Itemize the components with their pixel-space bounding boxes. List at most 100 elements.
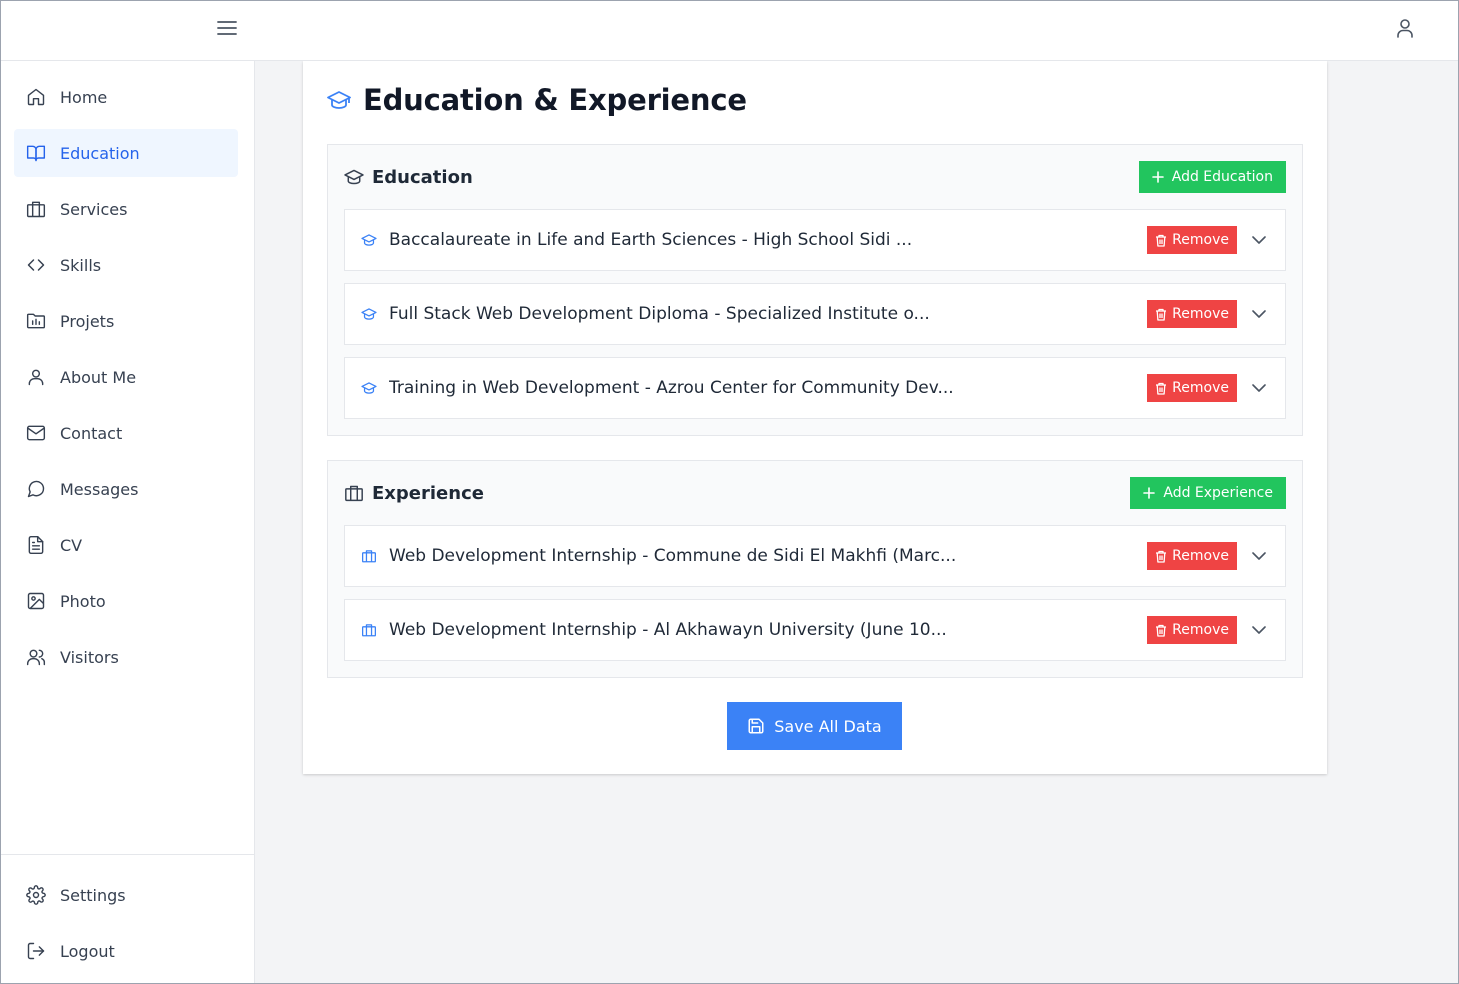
graduation-cap-icon — [361, 305, 379, 323]
sidebar-item-visitors[interactable]: Visitors — [14, 633, 238, 681]
chevron-down-icon[interactable] — [1247, 228, 1271, 252]
user-icon — [24, 365, 48, 389]
sidebar-item-label: Services — [60, 199, 128, 219]
trash-icon — [1155, 234, 1167, 247]
entry-title: Baccalaureate in Life and Earth Sciences… — [389, 230, 913, 250]
chevron-down-icon[interactable] — [1247, 302, 1271, 326]
sidebar-item-label: Home — [60, 87, 108, 107]
page-title-text: Education & Experience — [363, 83, 747, 117]
sidebar-item-label: CV — [60, 535, 83, 555]
sidebar-item-services[interactable]: Services — [14, 185, 238, 233]
remove-label: Remove — [1172, 380, 1229, 396]
remove-label: Remove — [1172, 306, 1229, 322]
add-experience-label: Add Experience — [1163, 485, 1273, 501]
sidebar-item-skills[interactable]: Skills — [14, 241, 238, 289]
experience-entry[interactable]: Web Development Internship - Al Akhawayn… — [344, 599, 1286, 661]
image-icon — [24, 589, 48, 613]
remove-label: Remove — [1172, 548, 1229, 564]
folder-chart-icon — [24, 309, 48, 333]
plus-icon — [1143, 487, 1156, 499]
trash-icon — [1155, 308, 1167, 321]
sidebar-item-label: Settings — [60, 885, 126, 905]
chevron-down-icon[interactable] — [1247, 618, 1271, 642]
remove-button[interactable]: Remove — [1147, 542, 1237, 570]
remove-button[interactable]: Remove — [1147, 300, 1237, 328]
sidebar-item-about-me[interactable]: About Me — [14, 353, 238, 401]
entry-title: Web Development Internship - Al Akhawayn… — [389, 620, 947, 640]
user-icon[interactable] — [1391, 14, 1419, 42]
chevron-down-icon[interactable] — [1247, 376, 1271, 400]
education-header: Education Add Education — [344, 161, 1286, 193]
sidebar-item-settings[interactable]: Settings — [14, 871, 238, 919]
education-entry[interactable]: Training in Web Development - Azrou Cent… — [344, 357, 1286, 419]
briefcase-icon — [344, 482, 366, 504]
add-education-button[interactable]: Add Education — [1138, 161, 1286, 193]
mail-icon — [24, 421, 48, 445]
sidebar-item-label: Photo — [60, 591, 106, 611]
sidebar-item-label: Projets — [60, 311, 115, 331]
message-circle-icon — [24, 477, 48, 501]
sidebar-item-messages[interactable]: Messages — [14, 465, 238, 513]
sidebar-item-label: Logout — [60, 941, 115, 961]
add-education-label: Add Education — [1171, 169, 1273, 185]
education-title: Education — [344, 166, 473, 188]
experience-title-text: Experience — [372, 482, 484, 504]
experience-section: Experience Add Experience Web Developmen… — [327, 460, 1303, 678]
main-card: Education & Experience Education Add Edu… — [303, 61, 1327, 774]
sidebar-item-label: Education — [60, 143, 140, 163]
remove-label: Remove — [1172, 232, 1229, 248]
sidebar-item-logout[interactable]: Logout — [14, 927, 238, 975]
chevron-down-icon[interactable] — [1247, 544, 1271, 568]
education-title-text: Education — [372, 166, 473, 188]
trash-icon — [1155, 550, 1167, 563]
hamburger-icon[interactable] — [213, 15, 241, 41]
experience-header: Experience Add Experience — [344, 477, 1286, 509]
sidebar: Home Education Services Skills Projets A… — [0, 61, 255, 984]
experience-title: Experience — [344, 482, 484, 504]
sidebar-item-label: Messages — [60, 479, 139, 499]
sidebar-item-projets[interactable]: Projets — [14, 297, 238, 345]
remove-button[interactable]: Remove — [1147, 226, 1237, 254]
experience-entry[interactable]: Web Development Internship - Commune de … — [344, 525, 1286, 587]
graduation-cap-icon — [361, 231, 379, 249]
remove-label: Remove — [1172, 622, 1229, 638]
entry-title: Web Development Internship - Commune de … — [389, 546, 957, 566]
education-entry[interactable]: Full Stack Web Development Diploma - Spe… — [344, 283, 1286, 345]
education-entry[interactable]: Baccalaureate in Life and Earth Sciences… — [344, 209, 1286, 271]
sidebar-item-label: About Me — [60, 367, 137, 387]
sidebar-item-label: Skills — [60, 255, 102, 275]
remove-button[interactable]: Remove — [1147, 616, 1237, 644]
education-section: Education Add Education Baccalaureate in… — [327, 144, 1303, 436]
sidebar-divider — [0, 854, 254, 855]
sidebar-item-label: Visitors — [60, 647, 119, 667]
entry-title: Training in Web Development - Azrou Cent… — [389, 378, 954, 398]
sidebar-item-cv[interactable]: CV — [14, 521, 238, 569]
add-experience-button[interactable]: Add Experience — [1130, 477, 1286, 509]
graduation-cap-icon — [327, 87, 353, 113]
remove-button[interactable]: Remove — [1147, 374, 1237, 402]
save-all-label: Save All Data — [774, 716, 882, 736]
trash-icon — [1155, 624, 1167, 637]
entry-title: Full Stack Web Development Diploma - Spe… — [389, 304, 930, 324]
save-all-button[interactable]: Save All Data — [727, 702, 902, 750]
users-icon — [24, 645, 48, 669]
code-icon — [24, 253, 48, 277]
sidebar-item-label: Contact — [60, 423, 123, 443]
book-open-icon — [24, 141, 48, 165]
gear-icon — [24, 883, 48, 907]
sidebar-item-education[interactable]: Education — [14, 129, 238, 177]
save-icon — [747, 717, 765, 735]
home-icon — [24, 85, 48, 109]
briefcase-icon — [24, 197, 48, 221]
briefcase-icon — [361, 547, 379, 565]
sidebar-item-photo[interactable]: Photo — [14, 577, 238, 625]
plus-icon — [1151, 171, 1164, 183]
trash-icon — [1155, 382, 1167, 395]
sidebar-item-contact[interactable]: Contact — [14, 409, 238, 457]
top-bar — [0, 0, 1459, 61]
graduation-cap-icon — [361, 379, 379, 397]
logout-icon — [24, 939, 48, 963]
briefcase-icon — [361, 621, 379, 639]
page-title: Education & Experience — [327, 83, 747, 117]
sidebar-item-home[interactable]: Home — [14, 73, 238, 121]
